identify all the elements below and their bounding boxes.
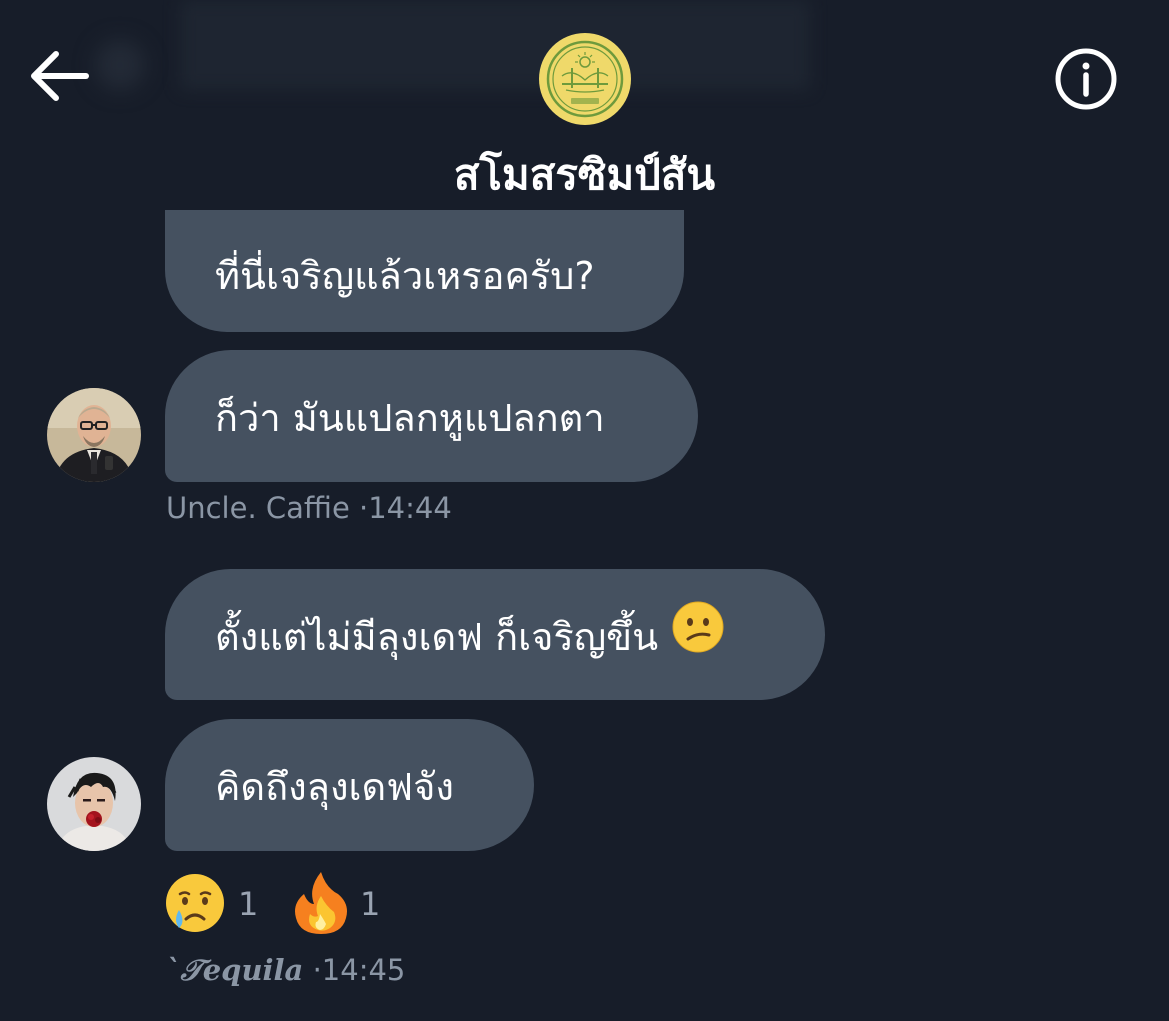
message-meta: Uncle. Caffie ·14:44 [166,488,452,528]
avatar-uncle-caffie [47,388,141,482]
avatar-tequila [47,757,141,851]
message-text: ก็ว่า มันแปลกหูแปลกตา [215,396,605,440]
sender-name[interactable]: Uncle. Caffie [166,491,350,525]
header-backdrop [180,0,810,90]
avatar[interactable] [47,388,141,482]
group-avatar[interactable] [538,32,632,126]
info-circle-icon [1055,48,1117,110]
header-backdrop-dot [95,40,145,90]
message-bubble[interactable]: ก็ว่า มันแปลกหูแปลกตา [165,350,698,482]
message-bubble[interactable]: ตั้งแต่ไม่มีลุงเดฟ ก็เจริญขึ้น [165,569,825,700]
message-text: คิดถึงลุงเดฟจัง [215,765,454,809]
group-title: สโมสรซิมป์สัน [453,150,716,199]
arrow-left-icon [31,51,89,101]
reaction-count: 1 [360,885,381,923]
message-text: ตั้งแต่ไม่มีลุงเดฟ ก็เจริญขึ้น [215,615,659,659]
message-bubble[interactable]: คิดถึงลุงเดฟจัง [165,719,534,851]
chat-screen: สโมสรซิมป์สัน ที่นี่เจริญแล้วเหรอครับ? ก… [0,0,1169,1021]
sender-name[interactable]: `𝒯equila [166,953,303,987]
crying-face-emoji [166,874,224,932]
message-text: ที่นี่เจริญแล้วเหรอครับ? [215,254,595,298]
confused-face-emoji [672,601,724,670]
message-meta: `𝒯equila ·14:45 [166,950,405,990]
info-button[interactable] [1053,46,1119,112]
reaction-count: 1 [238,885,259,923]
timestamp: ·14:44 [359,491,452,525]
timestamp: ·14:45 [312,953,406,987]
fire-emoji [295,872,347,934]
avatar[interactable] [47,757,141,851]
club-seal-logo [539,33,631,125]
back-button[interactable] [28,46,92,110]
message-bubble[interactable]: ที่นี่เจริญแล้วเหรอครับ? [165,210,684,332]
